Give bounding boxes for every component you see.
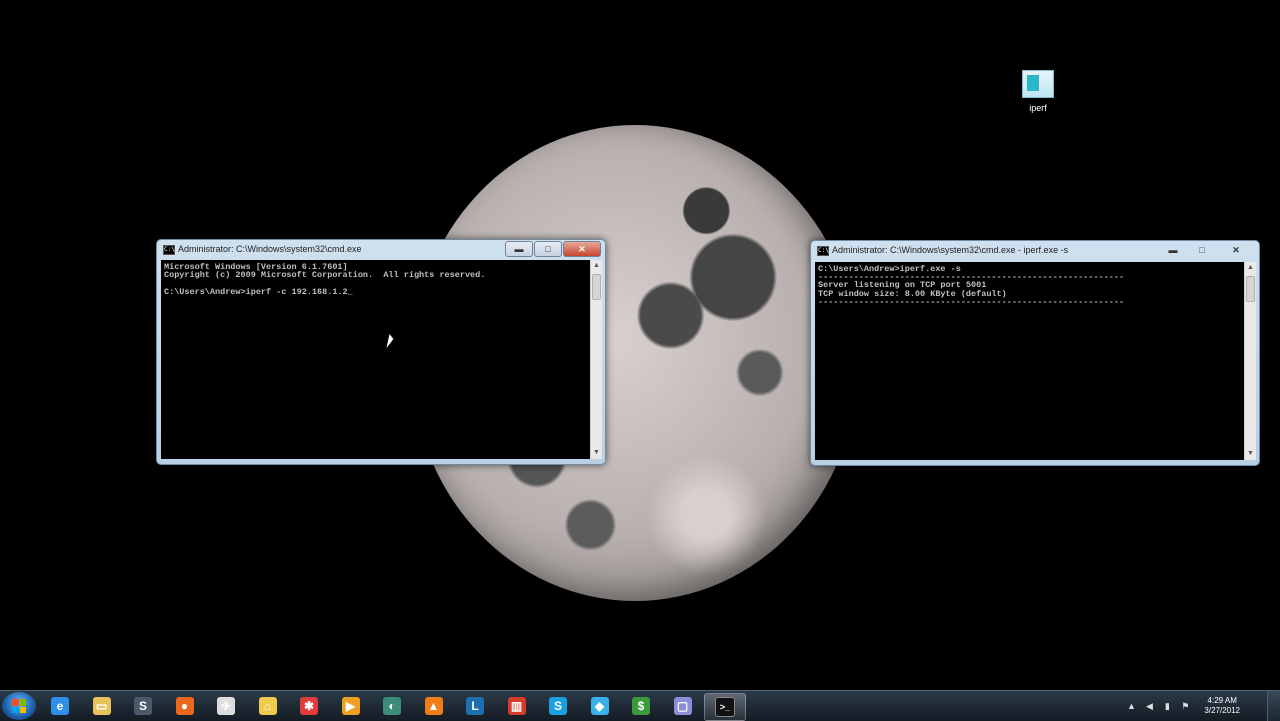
taskbar-button[interactable]: >_ [704,693,746,721]
system-tray: ▲ ◀ ▮ ⚑ 4:29 AM 3/27/2012 [1126,691,1240,721]
scroll-down-icon[interactable]: ▼ [591,447,602,459]
taskbar-button[interactable]: ▢ [663,693,703,719]
clock-date: 3/27/2012 [1204,706,1240,715]
window-title: Administrator: C:\Windows\system32\cmd.e… [832,245,1069,255]
taskbar-button[interactable]: ▶ [331,693,371,719]
money-icon: $ [632,697,650,715]
close-button[interactable]: ✕ [1217,242,1255,258]
vertical-scrollbar[interactable]: ▲ ▼ [1244,262,1256,460]
scroll-thumb[interactable] [1246,276,1255,302]
scroll-up-icon[interactable]: ▲ [1245,262,1256,274]
audio-icon: ◐ [383,697,401,715]
firefox-icon: ● [175,697,194,715]
l-app-icon: L [466,697,484,715]
taskbar-button[interactable]: ⌂ [248,693,288,719]
maximize-button[interactable]: □ [534,241,562,257]
taskbar-button[interactable]: ● [165,693,205,719]
minimize-button[interactable]: ▬ [1159,242,1187,258]
action-center-flag-icon[interactable]: ⚑ [1180,701,1190,711]
network-icon[interactable]: ▮ [1162,701,1172,711]
media-icon: ▶ [341,697,360,715]
show-hidden-icons-icon[interactable]: ▲ [1126,701,1136,711]
redgreen-icon: ▥ [507,697,526,715]
desktop-icon-label: iperf [1029,103,1047,113]
desktop: iperf C:\ Administrator: C:\Windows\syst… [0,0,1280,690]
speaker-icon[interactable]: ◀ [1144,701,1154,711]
home-icon: ⌂ [258,697,277,715]
tool-icon: ✈ [217,697,235,715]
taskbar: e ▭ S ● ✈ ⌂ ✱ ▶ ◐ ▲ L ▥ S ◆ $ ▢ >_ ▲ ◀ ▮ ⚑ 4:29 AM 3/27/… [0,690,1280,721]
vlc-icon: ▲ [424,697,443,715]
clock[interactable]: 4:29 AM 3/27/2012 [1204,696,1240,716]
console-text: Microsoft Windows [Version 6.1.7601] Cop… [164,262,486,297]
explorer-icon: ▭ [92,697,111,715]
console-text: C:\Users\Andrew>iperf.exe -s -----------… [818,264,1125,307]
scroll-down-icon[interactable]: ▼ [1245,448,1256,460]
cmd-icon: C:\ [817,246,829,256]
maximize-button[interactable]: □ [1188,242,1216,258]
taskbar-button[interactable]: S [123,693,163,719]
taskbar-button[interactable]: ◐ [372,693,412,719]
show-desktop-button[interactable] [1267,691,1280,721]
taskbar-button[interactable]: ✈ [206,693,246,719]
taskbar-button[interactable]: S [538,693,578,719]
pinwheel-icon: ✱ [300,697,318,715]
cmd-window-server[interactable]: C:\ Administrator: C:\Windows\system32\c… [810,240,1260,466]
taskbar-button[interactable]: ▥ [497,693,537,719]
cmd-icon: C:\ [163,245,175,255]
box-icon: ◆ [590,697,609,715]
skype-icon: S [549,697,567,715]
windows-logo-icon [12,699,26,713]
ie-icon: e [51,697,69,715]
cmd-window-client[interactable]: C:\ Administrator: C:\Windows\system32\c… [156,239,606,465]
desktop-icon-iperf[interactable]: iperf [1012,70,1064,113]
taskbar-button[interactable]: $ [621,693,661,719]
minimize-button[interactable]: ▬ [505,241,533,257]
app-icon: ▢ [673,697,692,715]
title-bar[interactable]: C:\ Administrator: C:\Windows\system32\c… [811,241,1259,261]
iperf-icon [1022,70,1054,98]
cmd-icon: >_ [715,697,735,717]
taskbar-button[interactable]: e [40,693,80,719]
taskbar-button[interactable]: ▭ [82,693,122,719]
taskbar-button[interactable]: ▲ [414,693,454,719]
scroll-up-icon[interactable]: ▲ [591,260,602,272]
close-button[interactable]: ✕ [563,241,601,257]
console-output[interactable]: Microsoft Windows [Version 6.1.7601] Cop… [161,260,590,459]
clock-time: 4:29 AM [1207,696,1237,705]
window-title: Administrator: C:\Windows\system32\cmd.e… [178,244,362,254]
vertical-scrollbar[interactable]: ▲ ▼ [590,260,602,459]
taskbar-button[interactable]: ✱ [289,693,329,719]
steam-icon: S [134,697,152,715]
taskbar-button[interactable]: L [455,693,495,719]
taskbar-button[interactable]: ◆ [580,693,620,719]
console-output[interactable]: C:\Users\Andrew>iperf.exe -s -----------… [815,262,1244,460]
scroll-thumb[interactable] [592,274,601,300]
title-bar[interactable]: C:\ Administrator: C:\Windows\system32\c… [157,240,605,260]
start-button[interactable] [2,692,36,720]
